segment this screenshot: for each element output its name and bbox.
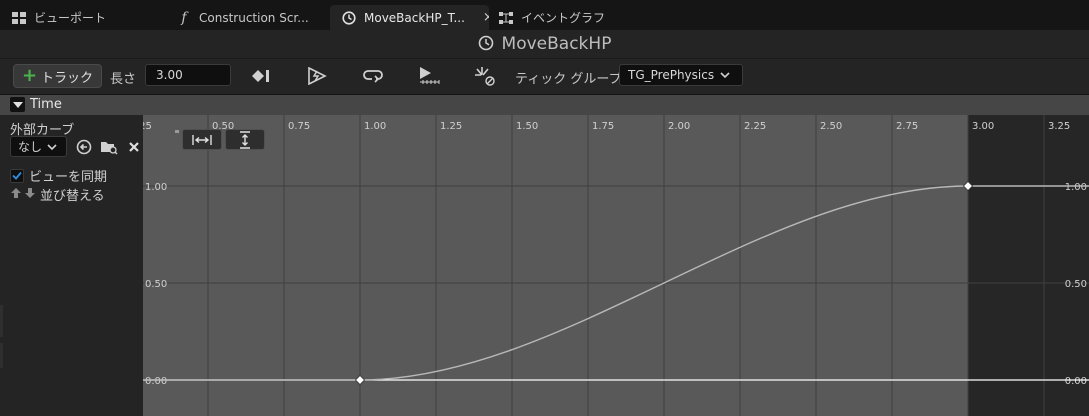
add-track-button[interactable]: + トラック (13, 64, 102, 88)
time-tick-label: 1.00 (364, 121, 386, 132)
time-tick-label: 0.75 (288, 121, 310, 132)
track-header: Time (0, 95, 1089, 115)
value-tick-label: 1.00 (1065, 182, 1087, 193)
time-tick-label: 3.00 (972, 121, 994, 132)
time-tick-label: 2.00 (668, 121, 690, 132)
time-tick-label: 2.25 (744, 121, 766, 132)
sort-label: 並び替える (40, 189, 105, 204)
tick-group-label: ティック グループ (515, 72, 622, 87)
time-tick-label: 2.50 (820, 121, 842, 132)
tab-label: MoveBackHP_T... (364, 10, 465, 25)
length-input[interactable]: 3.00 (145, 64, 231, 86)
time-tick-label: 1.50 (516, 121, 538, 132)
time-tick-label: 2.75 (896, 121, 918, 132)
tab-label: Construction Scr... (199, 10, 309, 25)
panel-edge (0, 343, 3, 368)
tab-bar: ビューポート f Construction Scr... MoveBackHP_… (0, 0, 1089, 34)
time-tick-label: 3.25 (1048, 121, 1070, 132)
value-tick-label: 0.50 (145, 279, 167, 290)
replicated-button[interactable] (417, 65, 441, 87)
external-curve-select[interactable]: なし (10, 136, 67, 157)
plus-icon: + (21, 65, 38, 86)
event-graph-icon (499, 11, 513, 25)
zoom-to-fit-horizontal-button[interactable] (182, 129, 222, 150)
sync-view-label: ビューを同期 (29, 170, 108, 185)
inactive-range-region (968, 115, 1089, 416)
checkmark-icon (12, 171, 22, 180)
track-options-panel: 外部カーブ なし ビューを同期 並び替える (0, 115, 143, 416)
fit-vertical-icon (240, 130, 250, 149)
track-name: Time (30, 97, 62, 112)
editor-title-bar: MoveBackHP (0, 30, 1089, 58)
tab-viewport[interactable]: ビューポート (0, 5, 160, 30)
clock-icon (478, 35, 494, 54)
time-tick-label: 1.75 (592, 121, 614, 132)
sort-option[interactable]: 並び替える (10, 185, 105, 204)
zoom-to-fit-vertical-button[interactable] (225, 129, 265, 150)
sort-arrows-icon (10, 187, 36, 203)
sync-view-checkbox[interactable] (10, 168, 24, 183)
sync-view-option[interactable]: ビューを同期 (10, 166, 107, 185)
use-last-keyframe-button[interactable] (249, 65, 273, 87)
time-tick-label: 1.25 (440, 121, 462, 132)
curve-graph[interactable]: .25 0.50 0.75 1.00 1.25 1.50 1.75 2.00 2.25 2.50 2… (136, 115, 1089, 416)
tick-group-value: TG_PrePhysics (628, 68, 715, 82)
browse-folder-icon[interactable] (100, 138, 118, 156)
tab-timeline[interactable]: MoveBackHP_T... × (330, 5, 489, 30)
tick-group-select[interactable]: TG_PrePhysics (619, 64, 743, 86)
tab-label: ビューポート (34, 11, 107, 25)
tab-event-graph[interactable]: イベントグラフ (487, 5, 627, 30)
value-tick-label: 0.00 (145, 376, 167, 387)
autoplay-button[interactable] (305, 65, 329, 87)
editor-title: MoveBackHP (501, 34, 612, 54)
triangle-down-icon (12, 101, 23, 108)
curve-graph-canvas[interactable]: .25 0.50 0.75 1.00 1.25 1.50 1.75 2.00 2.25 2.50 2… (136, 115, 1089, 416)
tab-label: イベントグラフ (521, 11, 606, 25)
fit-horizontal-icon (192, 134, 212, 145)
collapse-track-button[interactable] (10, 97, 25, 112)
function-icon: f (181, 9, 187, 26)
chevron-down-icon (720, 68, 730, 82)
external-curve-value: なし (18, 140, 43, 154)
tab-construction-script[interactable]: f Construction Scr... (165, 5, 325, 30)
value-tick-label: 0.00 (1065, 376, 1087, 387)
clear-icon[interactable] (125, 138, 143, 156)
chevron-down-icon (47, 140, 57, 154)
active-range-region (143, 115, 968, 416)
use-selected-asset-icon[interactable] (75, 138, 93, 156)
ignore-time-dilation-button[interactable] (473, 65, 497, 87)
loop-button[interactable] (361, 65, 385, 87)
length-label: 長さ (110, 72, 137, 87)
viewport-grid-icon (12, 11, 26, 25)
value-tick-label: 1.00 (145, 182, 167, 193)
value-tick-label: 0.50 (1065, 279, 1087, 290)
time-tick-label: .25 (143, 121, 152, 132)
scroll-marker (175, 130, 179, 133)
add-track-label: トラック (41, 70, 94, 86)
clock-icon (342, 10, 356, 25)
panel-edge (0, 305, 3, 337)
timeline-toolbar: + トラック 長さ 3.00 ティック グループ TG_PrePhysics (0, 58, 1089, 94)
